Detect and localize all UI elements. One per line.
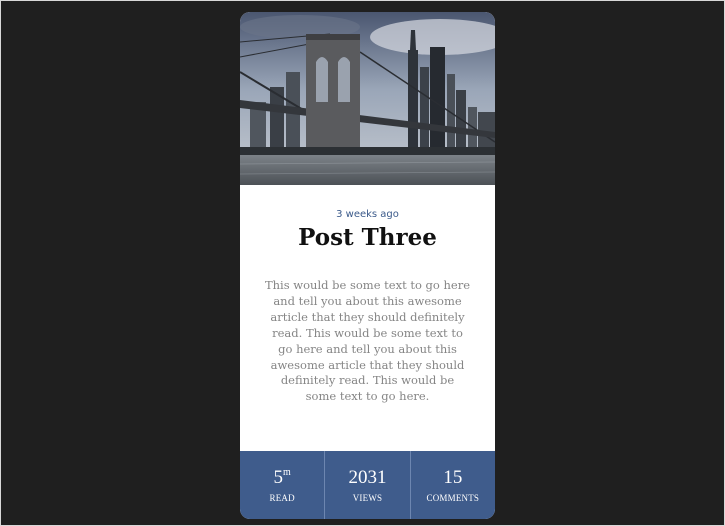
- stat-read-time-unit: m: [283, 466, 291, 478]
- stats-bar: 5m READ 2031 VIEWS 15 COMMENTS: [240, 451, 495, 519]
- stat-views-label: VIEWS: [352, 492, 383, 503]
- stat-read-time-value: 5m: [273, 466, 291, 488]
- stat-comments[interactable]: 15 COMMENTS: [411, 451, 495, 519]
- post-excerpt: This would be some text to go here and t…: [264, 278, 471, 404]
- stat-comments-value: 15: [443, 466, 463, 488]
- stat-read-time: 5m READ: [240, 451, 326, 519]
- stat-comments-label: COMMENTS: [426, 492, 480, 503]
- stat-views-value: 2031: [348, 466, 387, 488]
- stat-read-time-label: READ: [269, 492, 295, 503]
- post-card[interactable]: 3 weeks ago Post Three This would be som…: [240, 12, 495, 519]
- hero-image: [240, 12, 495, 185]
- page-frame: 3 weeks ago Post Three This would be som…: [0, 0, 725, 526]
- post-date: 3 weeks ago: [336, 209, 399, 220]
- post-title[interactable]: Post Three: [240, 224, 495, 251]
- stat-views: 2031 VIEWS: [325, 451, 411, 519]
